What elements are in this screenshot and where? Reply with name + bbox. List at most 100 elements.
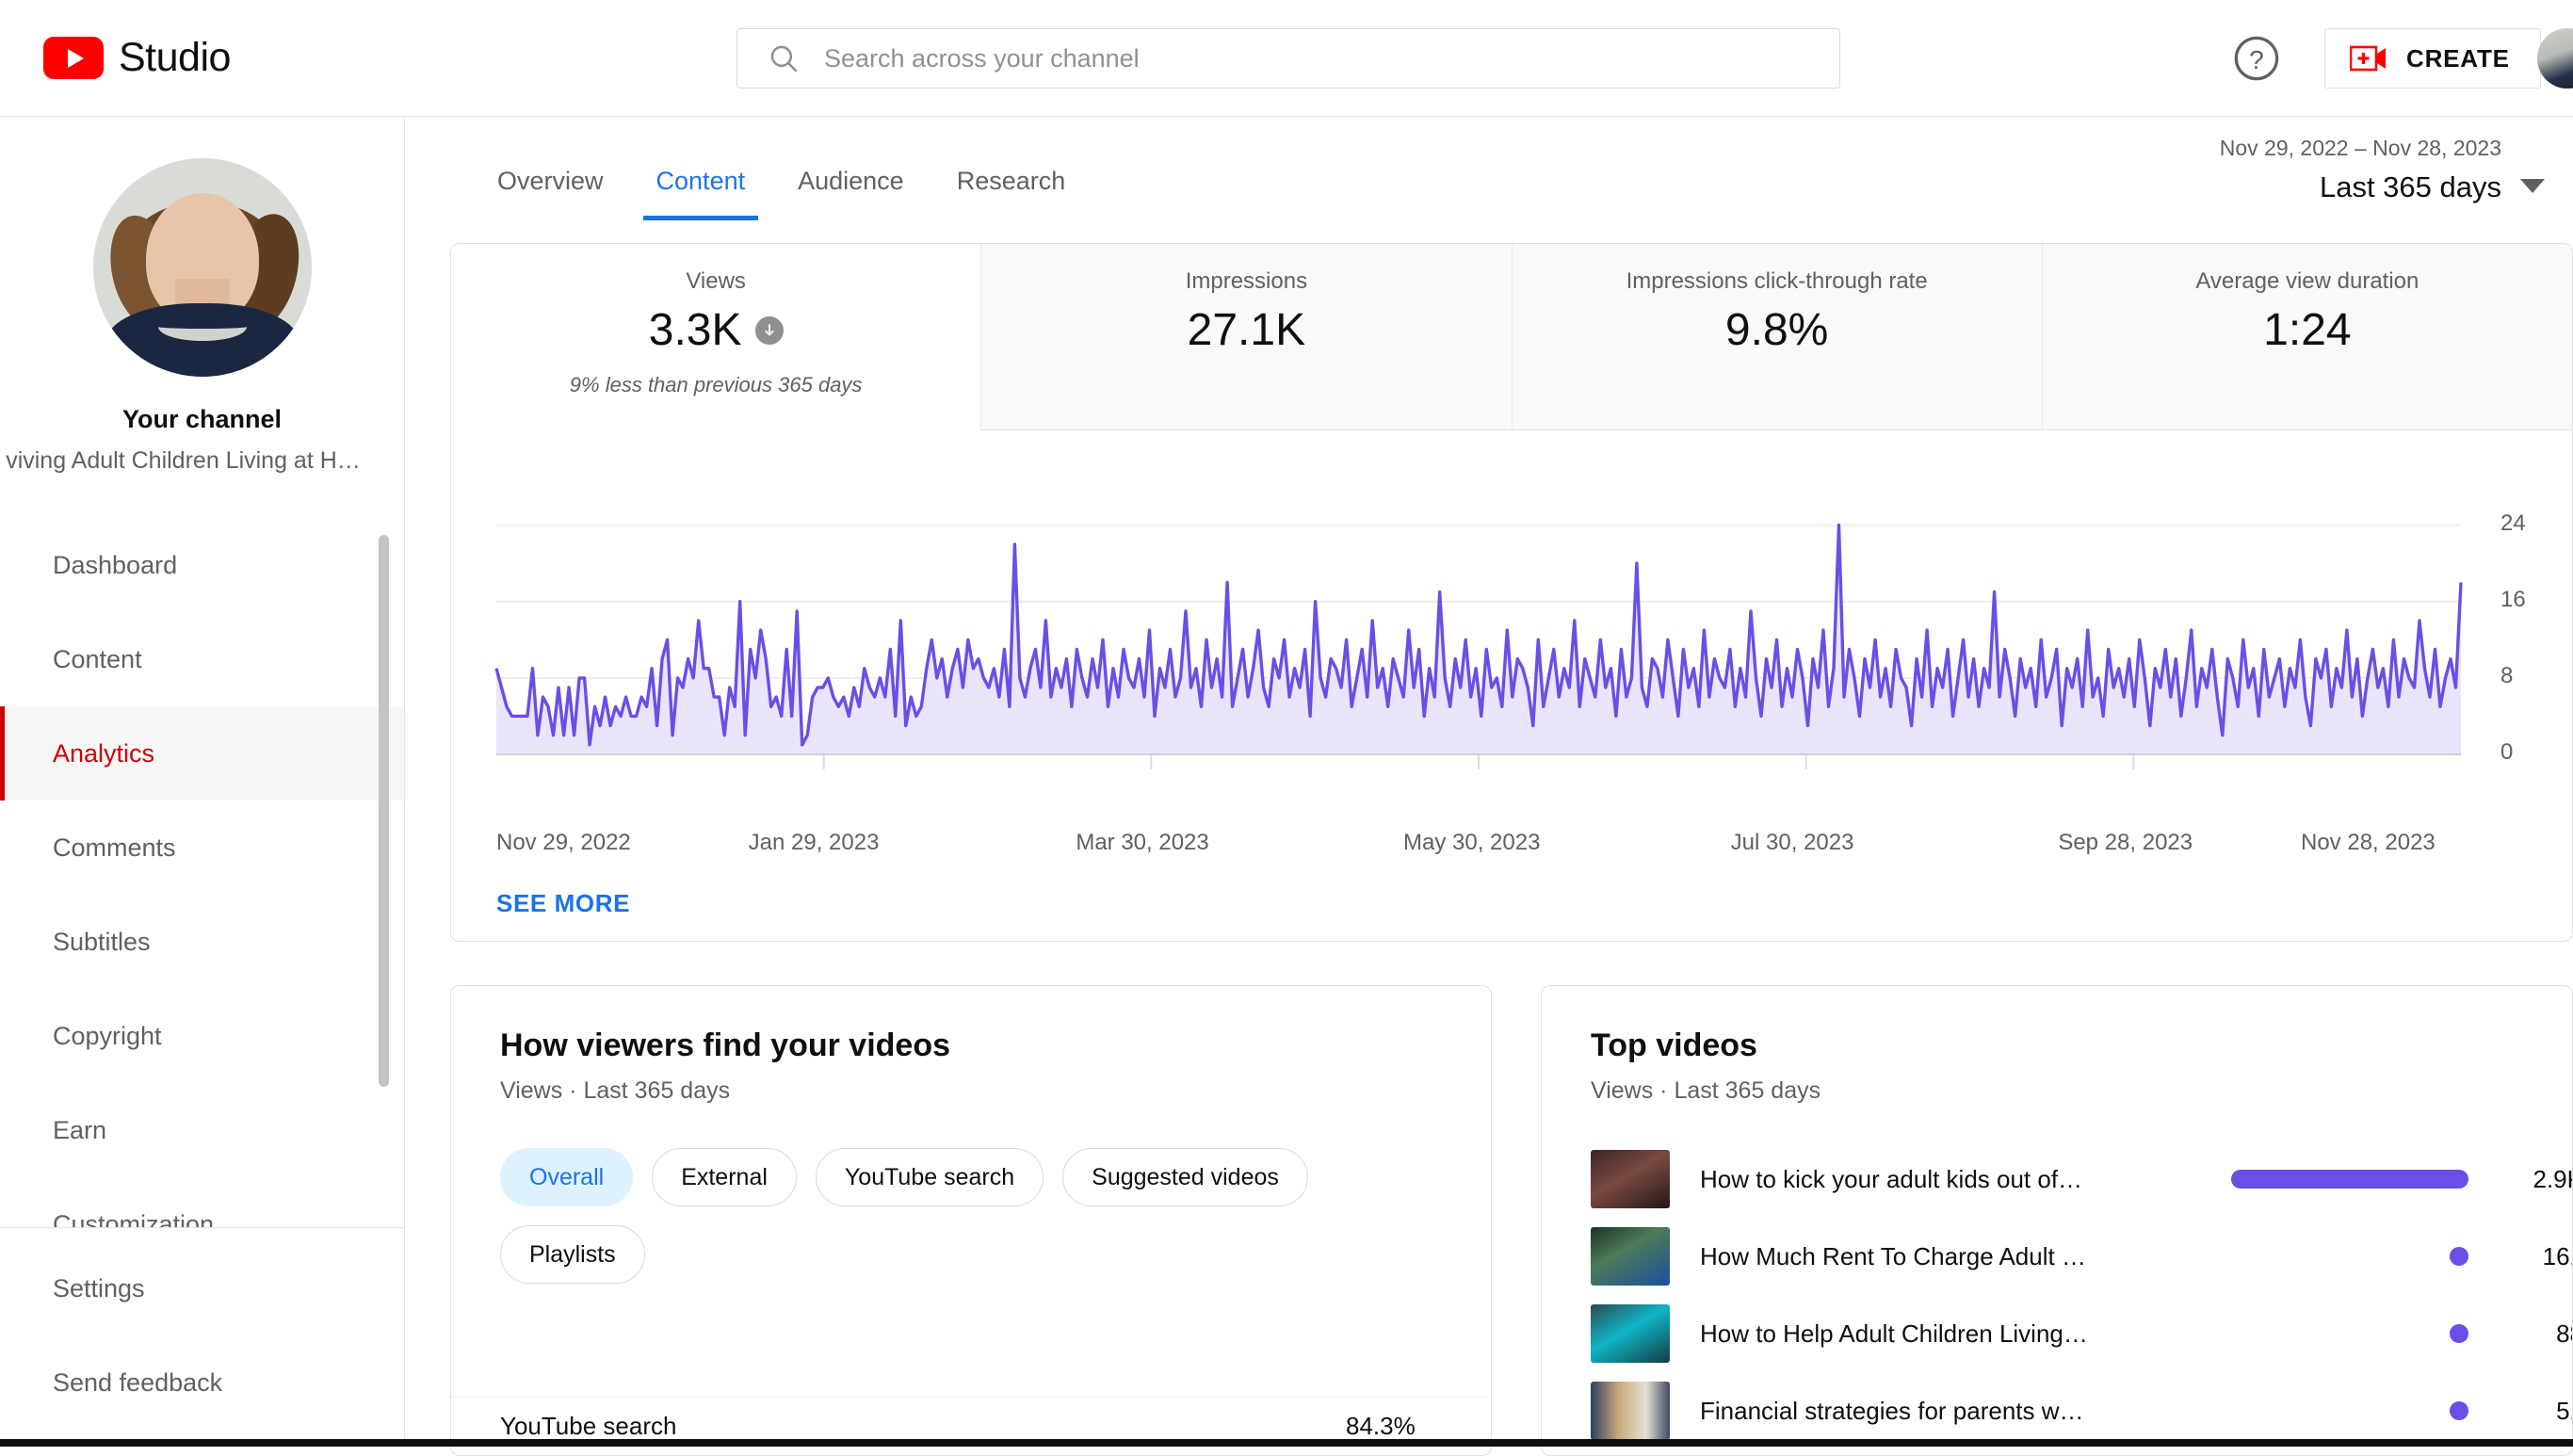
sidebar-label: Analytics bbox=[53, 739, 154, 768]
search-box[interactable] bbox=[736, 28, 1840, 89]
top-video-row[interactable]: How Much Rent To Charge Adult …161 bbox=[1591, 1218, 2572, 1295]
top-videos-card: Top videos Views · Last 365 days How to … bbox=[1541, 985, 2573, 1456]
channel-block[interactable]: Your channel viving Adult Children Livin… bbox=[0, 117, 404, 475]
video-bar-dot bbox=[2450, 1401, 2468, 1420]
search-input[interactable] bbox=[824, 44, 1719, 73]
top-video-row[interactable]: Financial strategies for parents w… 51 bbox=[1591, 1372, 2572, 1449]
x-tick-label: Sep 28, 2023 bbox=[2058, 830, 2193, 856]
sidebar-label: Settings bbox=[53, 1274, 145, 1303]
create-button[interactable]: CREATE bbox=[2324, 28, 2541, 89]
studio-logo[interactable]: Studio bbox=[43, 35, 231, 81]
sidebar-item-subtitles[interactable]: Subtitles bbox=[0, 895, 404, 989]
traffic-source-pct: 84.3% bbox=[1346, 1412, 1416, 1441]
date-range-span: Nov 29, 2022 – Nov 28, 2023 bbox=[2220, 136, 2501, 161]
metric-label: Views bbox=[686, 268, 746, 295]
top-video-row[interactable]: How to Help Adult Children Living… 88 bbox=[1591, 1295, 2572, 1372]
tab-label: Audience bbox=[798, 167, 904, 195]
video-camera-plus-icon bbox=[2350, 43, 2389, 73]
card-subtitle: Views · Last 365 days bbox=[1591, 1077, 2572, 1105]
chip-suggested-videos[interactable]: Suggested videos bbox=[1062, 1148, 1308, 1206]
top-video-row[interactable]: How to kick your adult kids out of…2.9K bbox=[1591, 1141, 2572, 1218]
traffic-source-name: YouTube search bbox=[500, 1412, 676, 1441]
top-videos-list: How to kick your adult kids out of…2.9KH… bbox=[1542, 1141, 2572, 1449]
date-range-label: Last 365 days bbox=[2220, 170, 2501, 204]
metric-views[interactable]: Views 3.3K 9% less than previous 365 day… bbox=[451, 244, 981, 430]
x-tick-label: Jan 29, 2023 bbox=[749, 830, 880, 856]
metric-value: 27.1K bbox=[1188, 304, 1305, 356]
video-bar-dot bbox=[2450, 1324, 2468, 1343]
traffic-chip-group: Overall External YouTube search Suggeste… bbox=[500, 1148, 1442, 1284]
sidebar-nav: Dashboard Content Analytics Comments Sub… bbox=[0, 518, 404, 1271]
metric-value: 1:24 bbox=[2263, 304, 2351, 356]
video-title: How to kick your adult kids out of… bbox=[1700, 1165, 2152, 1194]
chip-external[interactable]: External bbox=[652, 1148, 797, 1206]
chip-overall[interactable]: Overall bbox=[500, 1148, 633, 1206]
analytics-tabs: Overview Content Audience Research Nov 2… bbox=[405, 117, 2573, 220]
tab-label: Overview bbox=[497, 167, 604, 195]
channel-name: viving Adult Children Living at H… bbox=[0, 447, 404, 475]
sidebar-label: Comments bbox=[53, 833, 176, 863]
sidebar-item-send-feedback[interactable]: Send feedback bbox=[0, 1335, 404, 1430]
card-subtitle: Views · Last 365 days bbox=[500, 1077, 1491, 1105]
see-more-link[interactable]: SEE MORE bbox=[496, 889, 630, 918]
metric-impressions[interactable]: Impressions 27.1K bbox=[981, 244, 1512, 430]
tab-research[interactable]: Research bbox=[930, 167, 1092, 220]
video-thumbnail bbox=[1591, 1227, 1670, 1286]
metric-label: Average view duration bbox=[2195, 268, 2419, 295]
video-title: Financial strategies for parents w… bbox=[1700, 1397, 2152, 1426]
x-tick-label: Nov 29, 2022 bbox=[496, 830, 631, 856]
video-thumbnail bbox=[1591, 1150, 1670, 1208]
views-line-chart[interactable]: 081624 Nov 29, 2022Jan 29, 2023Mar 30, 2… bbox=[451, 430, 2572, 939]
video-views-value: 88 bbox=[2502, 1319, 2573, 1349]
sidebar-item-copyright[interactable]: Copyright bbox=[0, 989, 404, 1083]
bottom-strip bbox=[0, 1439, 2573, 1447]
metric-avg-view-duration[interactable]: Average view duration 1:24 bbox=[2043, 244, 2572, 430]
x-tick-label: Nov 28, 2023 bbox=[2301, 830, 2435, 856]
sidebar-scrollbar[interactable] bbox=[379, 535, 389, 1087]
sidebar-item-dashboard[interactable]: Dashboard bbox=[0, 518, 404, 612]
metric-value: 9.8% bbox=[1725, 304, 1828, 356]
chip-playlists[interactable]: Playlists bbox=[500, 1225, 645, 1284]
chevron-down-icon[interactable] bbox=[2520, 179, 2545, 193]
sidebar-item-comments[interactable]: Comments bbox=[0, 801, 404, 895]
sidebar-footer: Settings Send feedback bbox=[0, 1227, 404, 1447]
y-tick-label: 8 bbox=[2500, 663, 2513, 689]
chip-label: Overall bbox=[529, 1164, 604, 1191]
date-range-selector[interactable]: Nov 29, 2022 – Nov 28, 2023 Last 365 day… bbox=[2220, 136, 2501, 204]
video-views-value: 161 bbox=[2502, 1242, 2573, 1271]
chip-youtube-search[interactable]: YouTube search bbox=[816, 1148, 1044, 1206]
tab-content[interactable]: Content bbox=[630, 167, 772, 220]
metric-subtext: 9% less than previous 365 days bbox=[570, 373, 863, 397]
top-bar: Studio ? CREATE bbox=[0, 0, 2573, 117]
video-views-value: 51 bbox=[2502, 1397, 2573, 1426]
sidebar-item-earn[interactable]: Earn bbox=[0, 1083, 404, 1177]
video-bar bbox=[2231, 1170, 2468, 1189]
tab-audience[interactable]: Audience bbox=[771, 167, 930, 220]
card-title: Top videos bbox=[1591, 1027, 2572, 1064]
help-circle-icon[interactable]: ? bbox=[2232, 34, 2281, 83]
video-title: How to Help Adult Children Living… bbox=[1700, 1319, 2152, 1349]
video-thumbnail bbox=[1591, 1304, 1670, 1363]
x-tick-label: Mar 30, 2023 bbox=[1076, 830, 1208, 856]
metrics-chart-card: Views 3.3K 9% less than previous 365 day… bbox=[450, 243, 2573, 942]
sidebar-item-content[interactable]: Content bbox=[0, 612, 404, 706]
arrow-down-icon bbox=[755, 316, 784, 345]
sidebar-item-settings[interactable]: Settings bbox=[0, 1241, 404, 1335]
sidebar-label: Copyright bbox=[53, 1022, 162, 1051]
y-tick-label: 24 bbox=[2500, 510, 2526, 537]
tab-overview[interactable]: Overview bbox=[471, 167, 630, 220]
video-bar-dot bbox=[2450, 1247, 2468, 1266]
traffic-sources-card: How viewers find your videos Views · Las… bbox=[450, 985, 1492, 1456]
avatar[interactable] bbox=[2537, 28, 2573, 89]
tab-label: Research bbox=[957, 167, 1066, 195]
sidebar-item-analytics[interactable]: Analytics bbox=[0, 706, 404, 801]
video-bar-wrap bbox=[2231, 1324, 2476, 1343]
card-title: How viewers find your videos bbox=[500, 1027, 1491, 1064]
video-bar-wrap bbox=[2231, 1401, 2476, 1420]
metric-ctr[interactable]: Impressions click-through rate 9.8% bbox=[1513, 244, 2043, 430]
sidebar-label: Content bbox=[53, 645, 142, 674]
sidebar-label: Subtitles bbox=[53, 928, 151, 957]
chip-label: External bbox=[681, 1164, 768, 1191]
channel-avatar bbox=[93, 158, 312, 377]
your-channel-label: Your channel bbox=[0, 405, 404, 434]
